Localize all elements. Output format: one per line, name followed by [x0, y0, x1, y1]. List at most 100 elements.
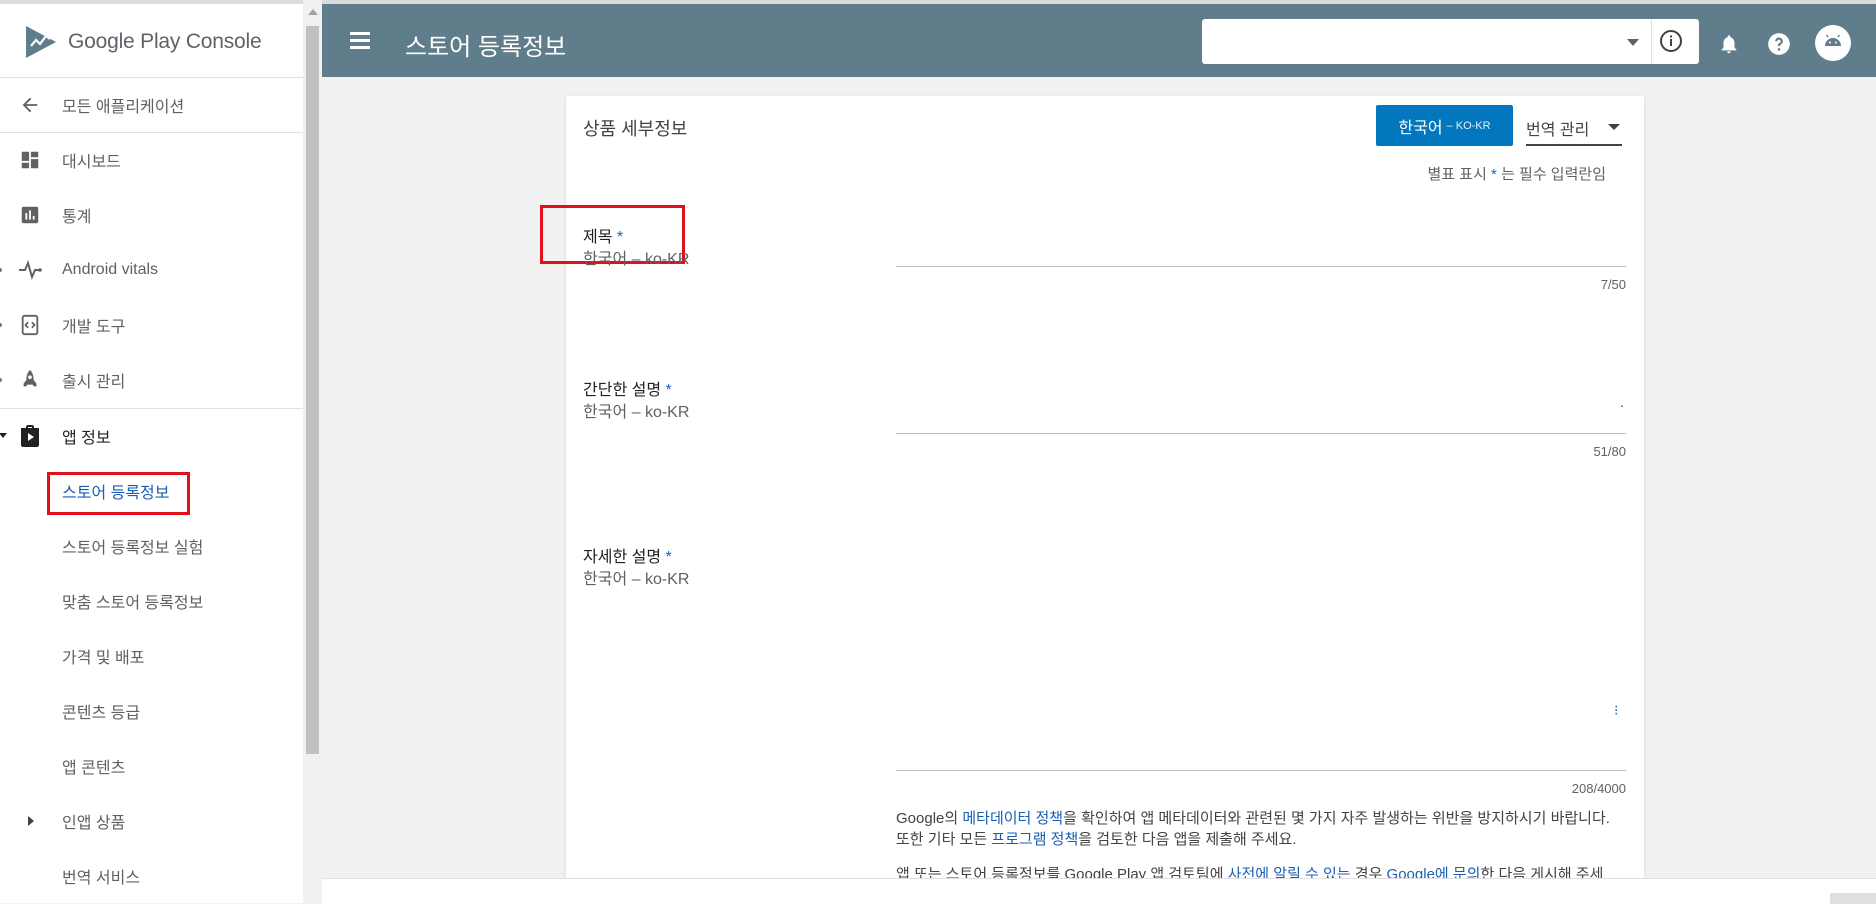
- scrollbar-thumb[interactable]: [306, 26, 319, 754]
- notifications-bell-icon[interactable]: [1715, 30, 1743, 58]
- title-char-counter: 7/50: [1600, 277, 1626, 292]
- sidebar-item-label: Android vitals: [62, 261, 159, 278]
- required-star: *: [1491, 166, 1497, 183]
- sidebar-item-dev-tools[interactable]: 개발 도구: [0, 298, 303, 352]
- sidebar-item-label: 개발 도구: [62, 319, 126, 336]
- sidebar-item-release-management[interactable]: 출시 관리: [0, 353, 303, 407]
- short-description-locale: 한국어 – ko-KR: [583, 404, 690, 421]
- manage-translations-dropdown[interactable]: 번역 관리: [1526, 105, 1622, 146]
- play-console-logo-icon: [26, 26, 56, 58]
- save-draft-button[interactable]: [1830, 893, 1876, 904]
- input-cursor-mark: .: [1620, 394, 1624, 410]
- metadata-policy-link[interactable]: 메타데이터 정책: [962, 810, 1063, 827]
- language-button[interactable]: 한국어 – KO-KR: [1376, 105, 1513, 146]
- required-star: *: [665, 549, 672, 566]
- product-details-card: 상품 세부정보 한국어 – KO-KR 번역 관리 별표 표시 * 는 필수 입…: [540, 96, 1644, 903]
- sidebar-subitem-content-rating[interactable]: 콘텐츠 등급: [0, 684, 303, 738]
- logo-text: Google Play Console: [68, 30, 262, 53]
- field-label-text: 간단한 설명: [583, 382, 662, 399]
- sidebar-subitem-translation-service[interactable]: 번역 서비스: [0, 849, 303, 903]
- language-code: – KO-KR: [1446, 119, 1491, 132]
- top-app-bar: 스토어 등록정보: [322, 0, 1876, 77]
- sidebar: Google Play Console 모든 애플리케이션 대시보드 통계 An…: [0, 0, 304, 903]
- app-selector[interactable]: [1202, 19, 1699, 64]
- collapsed-indicator: [0, 378, 2, 382]
- info-icon[interactable]: [1659, 29, 1683, 53]
- sidebar-subitem-in-app-products[interactable]: 인앱 상품: [0, 794, 303, 848]
- sidebar-item-label: 통계: [62, 209, 92, 226]
- sidebar-item-label: 앱 정보: [62, 430, 111, 447]
- page-title: 스토어 등록정보: [405, 34, 567, 61]
- policy-text: 을 검토한 다음 앱을 제출해 주세요.: [1078, 831, 1297, 848]
- short-description-input[interactable]: [896, 366, 1626, 430]
- dev-tools-icon: [18, 313, 42, 337]
- dashboard-icon: [18, 148, 42, 172]
- sidebar-item-label: 출시 관리: [62, 374, 126, 391]
- policy-notice-1: Google의 메타데이터 정책을 확인하여 앱 메타데이터와 관련된 몇 가지…: [896, 808, 1626, 850]
- sidebar-subitem-label: 인앱 상품: [62, 815, 126, 832]
- required-fields-note: 별표 표시 * 는 필수 입력란임: [566, 163, 1607, 184]
- field-label-text: 제목: [583, 229, 613, 246]
- sidebar-subitem-pricing-distribution[interactable]: 가격 및 배포: [0, 629, 303, 683]
- sidebar-scrollbar[interactable]: [303, 0, 322, 903]
- selector-divider: [1651, 19, 1652, 64]
- sidebar-item-app-info[interactable]: 앱 정보: [0, 409, 303, 463]
- sidebar-subitem-label: 번역 서비스: [62, 870, 141, 887]
- expanded-caret-icon: [0, 433, 7, 438]
- expand-caret-icon[interactable]: [28, 816, 34, 826]
- bar-chart-icon: [18, 203, 42, 227]
- title-field-locale: 한국어 – ko-KR: [583, 251, 690, 268]
- textarea-resize-handle-icon[interactable]: ⁝: [1614, 702, 1618, 719]
- full-description-locale: 한국어 – ko-KR: [583, 571, 690, 588]
- sidebar-item-dashboard[interactable]: 대시보드: [0, 133, 303, 187]
- sidebar-item-label: 대시보드: [62, 154, 121, 171]
- play-store-bag-icon: [18, 424, 42, 448]
- all-applications-link[interactable]: 모든 애플리케이션: [0, 78, 303, 132]
- sidebar-subitem-label: 앱 콘텐츠: [62, 760, 126, 777]
- all-applications-label: 모든 애플리케이션: [62, 99, 185, 116]
- language-label: 한국어: [1398, 119, 1443, 137]
- sidebar-top-border: [0, 0, 303, 4]
- required-note-prefix: 별표 표시: [1427, 166, 1487, 183]
- sidebar-subitem-label: 가격 및 배포: [62, 650, 145, 667]
- sidebar-subitem-label: 스토어 등록정보 실험: [62, 540, 204, 557]
- policy-text: Google의: [896, 810, 963, 827]
- title-field-label: 제목 *: [583, 223, 623, 247]
- scroll-up-arrow-icon[interactable]: [308, 9, 318, 15]
- dropdown-arrow-icon: [1627, 39, 1639, 46]
- sidebar-subitem-label: 콘텐츠 등급: [62, 705, 141, 722]
- required-star: *: [616, 229, 624, 246]
- hamburger-menu-icon[interactable]: [348, 28, 372, 52]
- play-console-logo[interactable]: Google Play Console: [24, 20, 262, 64]
- sidebar-item-android-vitals[interactable]: Android vitals: [0, 243, 303, 297]
- rocket-icon: [18, 368, 42, 392]
- required-star: *: [665, 382, 672, 399]
- highlight-box: [47, 472, 190, 515]
- short-description-label: 간단한 설명 *: [583, 376, 672, 400]
- help-icon[interactable]: [1765, 30, 1793, 58]
- sidebar-subitem-store-listing-experiments[interactable]: 스토어 등록정보 실험: [0, 519, 303, 573]
- title-input-underline: [896, 266, 1626, 267]
- card-title: 상품 세부정보: [583, 119, 688, 139]
- program-policies-link[interactable]: 프로그램 정책: [991, 831, 1078, 848]
- field-label-text: 자세한 설명: [583, 549, 662, 566]
- account-android-avatar-icon[interactable]: [1815, 25, 1851, 61]
- full-description-label: 자세한 설명 *: [583, 543, 672, 567]
- pulse-icon: [18, 258, 42, 282]
- collapsed-indicator: [0, 323, 2, 327]
- required-note-suffix: 는 필수 입력란임: [1501, 166, 1606, 183]
- collapsed-indicator: [0, 268, 2, 272]
- sidebar-item-statistics[interactable]: 통계: [0, 188, 303, 242]
- sidebar-subitem-custom-store-listing[interactable]: 맞춤 스토어 등록정보: [0, 574, 303, 628]
- back-arrow-icon: [18, 93, 42, 117]
- manage-translations-label: 번역 관리: [1526, 122, 1590, 139]
- bottom-action-bar: [322, 878, 1876, 904]
- sidebar-subitem-label: 맞춤 스토어 등록정보: [62, 595, 204, 612]
- full-description-char-counter: 208/4000: [1571, 781, 1626, 796]
- title-input[interactable]: [896, 206, 1626, 262]
- sidebar-subitem-app-content[interactable]: 앱 콘텐츠: [0, 739, 303, 793]
- short-description-underline: [896, 433, 1626, 434]
- full-description-underline: [896, 770, 1626, 771]
- short-description-char-counter: 51/80: [1593, 444, 1626, 459]
- dropdown-caret-icon: [1608, 124, 1620, 130]
